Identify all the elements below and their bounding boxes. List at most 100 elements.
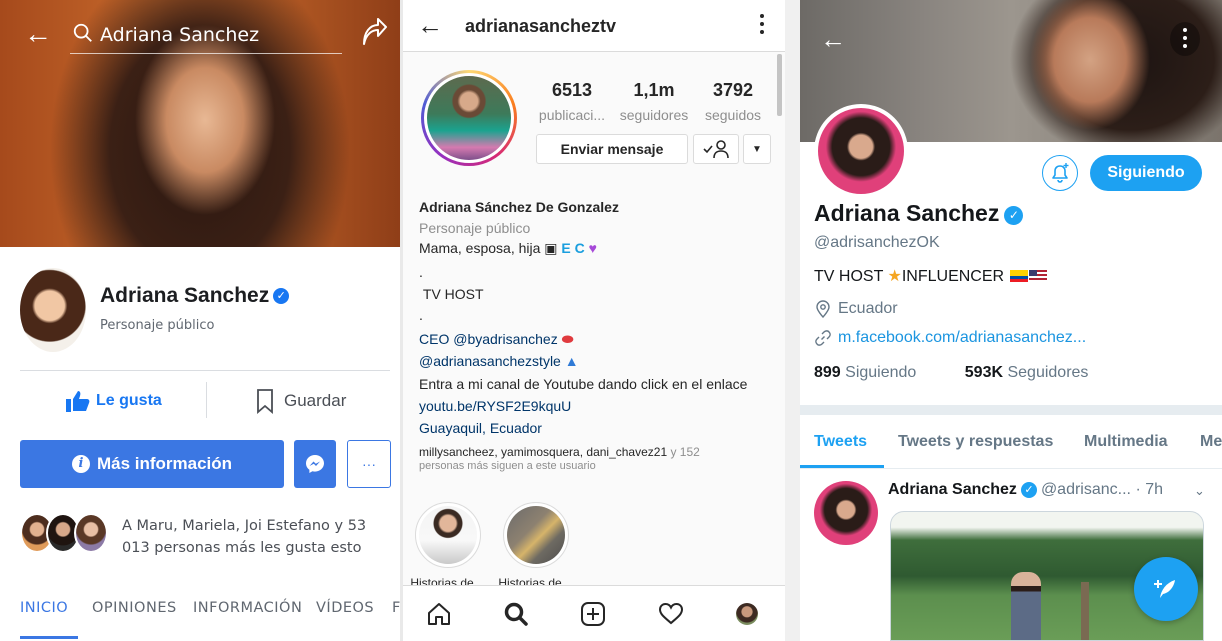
friend-avatar [74,513,108,553]
search-icon [73,23,92,42]
home-icon[interactable] [423,598,455,630]
ig-full-name: Adriana Sánchez De Gonzalez [419,199,619,215]
usa-flag-icon [1028,270,1047,282]
dock-post [1081,582,1089,640]
bio-text: Mama, esposa, hija [419,240,541,256]
facebook-panel: ← Adriana Sanchez Adriana Sanchez ✓ Perso… [0,0,400,641]
tab-media[interactable]: Multimedia [1084,433,1168,451]
following-count[interactable]: 899 Siguiendo [814,364,916,381]
save-label: Guardar [284,391,347,410]
count-label: Siguiendo [845,364,917,381]
ig-followed-by-suffix: personas más siguen a este usuario [419,460,596,472]
fb-tab-bar: INICIO OPINIONES INFORMACIÓN VÍDEOS F [0,596,400,641]
bio-text: INFLUENCER [901,268,1005,285]
ig-followed-by[interactable]: millysancheez, yamimosquera, dani_chavez… [419,445,779,459]
messenger-button[interactable] [294,440,336,488]
divider [206,382,207,418]
compose-tweet-button[interactable] [1134,557,1198,621]
story-thumbnail [507,506,565,564]
ig-profile-avatar[interactable] [421,70,517,166]
verified-badge-icon: ✓ [1004,206,1024,225]
link-text: m.facebook.com/adrianasanchez... [838,329,1087,346]
ig-bio-ceo[interactable]: CEO @byadrisanchez ⬬ [419,331,779,348]
story-highlight[interactable] [503,502,569,568]
ig-website-link[interactable]: youtu.be/RYSF2E9kquU [419,398,779,414]
followed-by-more: y 152 [667,445,700,459]
tw-follow-counts: 899 Siguiendo 593K Seguidores [814,364,1088,382]
verified-badge-icon: ✓ [273,288,290,305]
add-post-icon[interactable] [577,598,609,630]
fb-search-field[interactable]: Adriana Sanchez [70,18,342,54]
tw-tab-bar: Tweets Tweets y respuestas Multimedia Me [800,415,1222,469]
tab-inicio[interactable]: INICIO [20,600,68,616]
ig-bio-line: Mama, esposa, hija ▣ E C ♥ [419,240,779,257]
heart-emoji-icon: ♥ [588,240,597,256]
back-arrow-icon[interactable]: ← [820,26,846,52]
tweet-author-avatar[interactable] [814,481,878,545]
tw-website-link[interactable]: m.facebook.com/adrianasanchez... [814,329,1086,347]
fb-profile-avatar[interactable] [18,266,88,354]
send-message-button[interactable]: Enviar mensaje [536,134,688,164]
divider [800,405,1222,415]
ig-bio-line: TV HOST [419,286,779,302]
tw-bio: TV HOST ★INFLUENCER [814,266,1047,286]
ig-stat-following[interactable]: 3792 seguidos [699,80,767,123]
stat-value: 6513 [551,80,593,100]
instagram-panel: ← adrianasancheztv 6513 publicaci... 1,1… [403,0,785,641]
bio-mention: @adrianasanchezstyle [419,353,561,369]
ig-stat-posts[interactable]: 6513 publicaci... [535,80,609,123]
messenger-icon [306,455,324,473]
count-value: 593K [964,364,1004,381]
heart-icon[interactable] [655,598,687,630]
fb-top-bar: ← Adriana Sanchez [0,0,400,70]
fb-likes-summary[interactable]: A Maru, Mariela, Joi Estefano y 53 013 p… [122,515,392,559]
story-highlight[interactable] [415,502,481,568]
tab-likes[interactable]: Me [1200,433,1222,451]
more-info-label: Más información [96,454,233,473]
tweet-time: · 7h [1135,481,1164,498]
tw-profile-name: Adriana Sanchez ✓ [814,200,1024,227]
like-button[interactable]: Le gusta [66,389,162,413]
fb-profile-name-text: Adriana Sanchez [100,284,270,307]
tab-videos[interactable]: VÍDEOS [316,600,374,616]
following-button[interactable]: Siguiendo [1090,155,1202,191]
back-arrow-icon[interactable]: ← [24,20,52,48]
panel-separator [785,0,800,641]
notification-bell-button[interactable] [1042,155,1078,191]
stat-label: seguidores [619,107,689,123]
twitter-panel: ← Siguiendo Adriana Sanchez ✓ @adrisanche… [800,0,1222,641]
chevron-down-icon[interactable]: ⌄ [1194,483,1205,499]
share-icon[interactable] [360,18,388,48]
tab-informacion[interactable]: INFORMACIÓN [193,600,302,616]
tab-opiniones[interactable]: OPINIONES [92,600,177,616]
stat-value: 3792 [712,80,754,100]
more-options-button[interactable]: ··· [347,440,391,488]
ig-location[interactable]: Guayaquil, Ecuador [419,420,779,436]
tw-name-text: Adriana Sanchez [814,200,1000,226]
more-vertical-icon[interactable] [1170,22,1200,56]
save-button[interactable]: Guardar [256,388,346,414]
profile-avatar-icon[interactable] [731,598,763,630]
back-arrow-icon[interactable]: ← [417,12,443,38]
tab-tweets[interactable]: Tweets [814,433,867,451]
tv-emoji-icon: ▣ [544,240,558,256]
chevron-down-icon[interactable]: ▼ [743,134,771,164]
ig-stat-followers[interactable]: 1,1m seguidores [615,80,693,123]
fb-profile-category: Personaje público [100,318,215,333]
ig-bio-style[interactable]: @adrianasanchezstyle ▲ [419,353,779,369]
tweet-author-name[interactable]: Adriana Sanchez [888,481,1017,498]
search-icon[interactable] [500,598,532,630]
tweet-author-handle: @adrisanc... [1040,481,1131,498]
more-info-button[interactable]: i Más información [20,440,284,488]
story-thumbnail [419,506,477,564]
stat-label: publicaci... [538,107,606,123]
tab-tweets-replies[interactable]: Tweets y respuestas [898,433,1053,451]
tw-profile-avatar[interactable] [814,104,908,198]
more-vertical-icon[interactable] [759,14,765,38]
followers-count[interactable]: 593K Seguidores [965,364,1089,381]
bio-ec-text: E C [561,240,585,256]
ig-header: ← adrianasancheztv [403,0,785,52]
tab-fotos[interactable]: F [392,600,400,616]
following-button[interactable] [693,134,739,164]
scrollbar[interactable] [777,54,782,116]
